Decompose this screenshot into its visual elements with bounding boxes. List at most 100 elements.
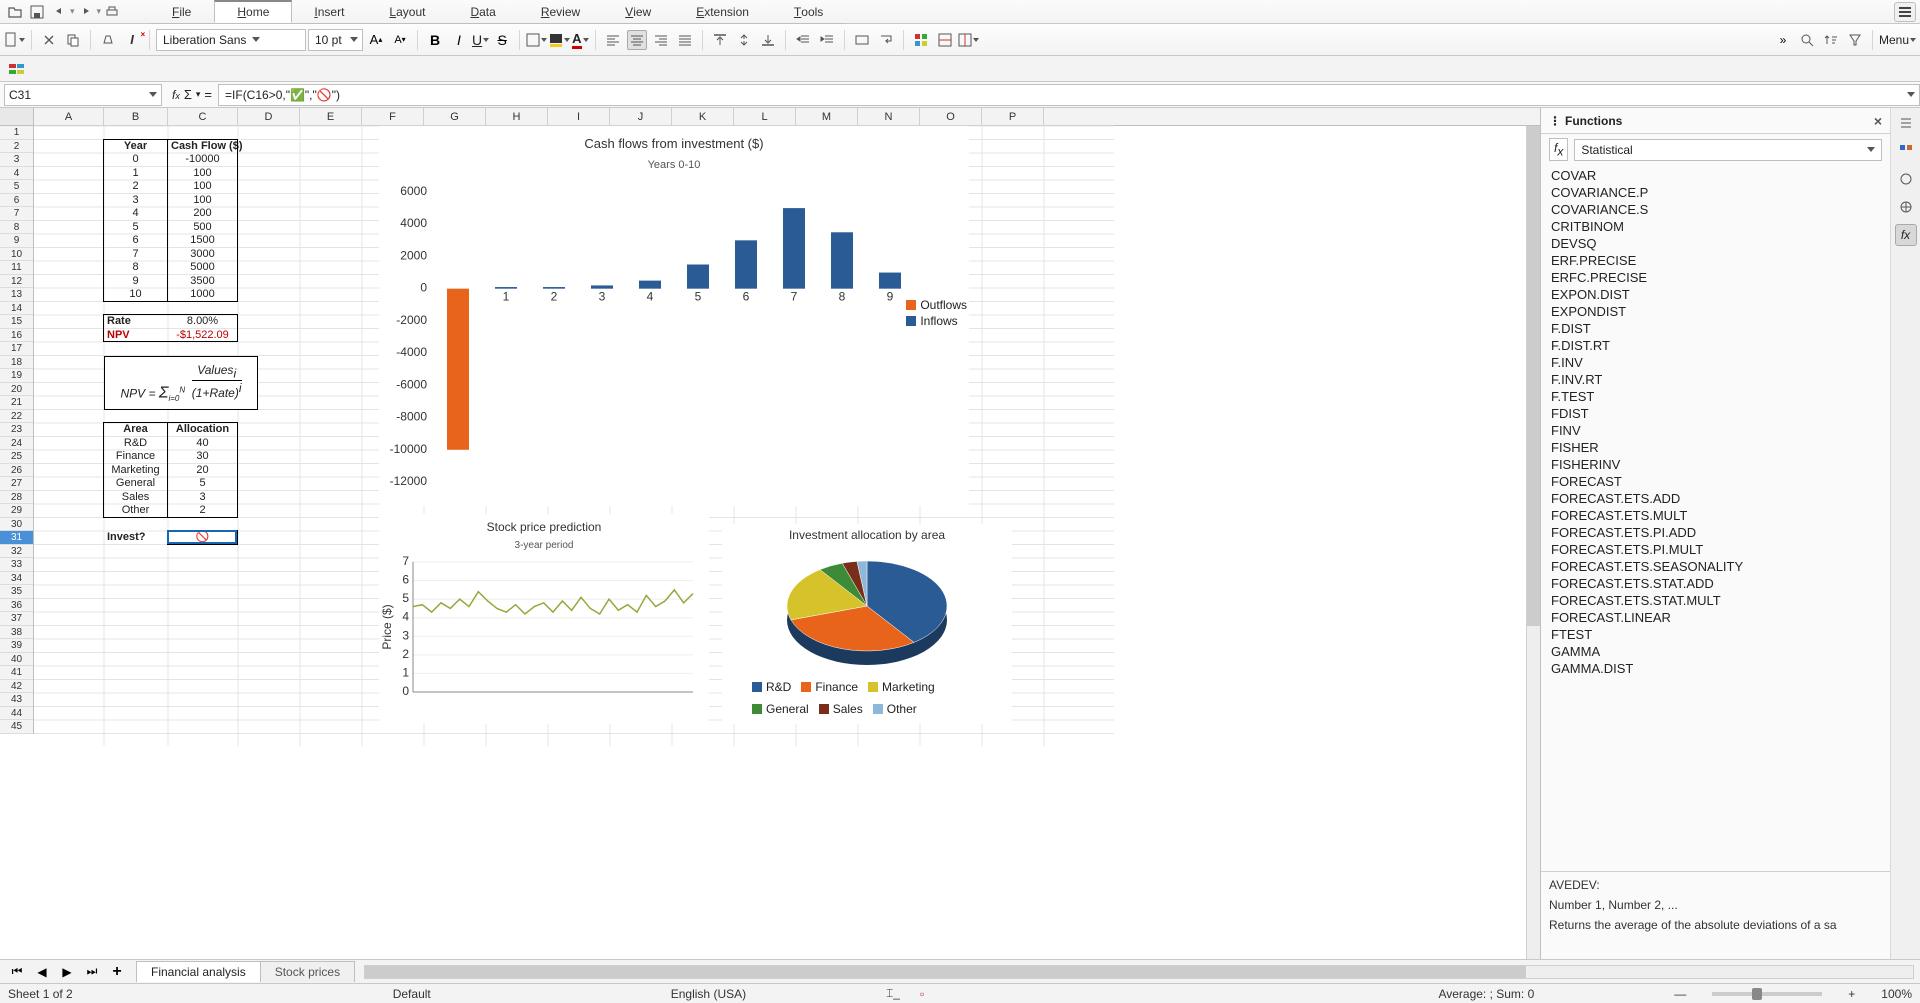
menu-tab-insert[interactable]: Insert [292,0,367,23]
align-left-icon[interactable] [603,30,623,50]
fn-item[interactable]: FORECAST.ETS.MULT [1549,507,1882,524]
name-box[interactable]: C31 [4,84,162,106]
cell[interactable]: 100 [168,167,237,180]
cell[interactable]: 9 [104,275,167,288]
col-header[interactable]: K [672,108,734,125]
row-header[interactable]: 42 [0,680,33,694]
row-header[interactable]: 16 [0,329,33,343]
clone-format-icon[interactable] [98,30,118,50]
underline-icon[interactable]: U [472,32,489,48]
side-gallery-icon[interactable] [1895,168,1917,190]
fn-item[interactable]: FINV [1549,422,1882,439]
row-header[interactable]: 44 [0,707,33,721]
row-header[interactable]: 21 [0,396,33,410]
cell[interactable]: -$1,522.09 [168,329,237,342]
cell[interactable]: NPV [104,329,167,342]
col-header[interactable]: F [362,108,424,125]
row-header[interactable]: 41 [0,666,33,680]
row-header[interactable]: 40 [0,653,33,667]
fill-color-icon[interactable] [549,33,570,47]
side-styles-icon[interactable] [1895,140,1917,162]
fn-item[interactable]: F.INV [1549,354,1882,371]
fn-category-combo[interactable]: Statistical [1574,139,1882,161]
cell[interactable]: 40 [168,437,237,450]
row-header[interactable]: 6 [0,194,33,208]
cut-icon[interactable] [39,30,59,50]
cell[interactable]: 10 [104,288,167,301]
toolbar-menu-icon[interactable] [1894,2,1916,22]
col-header[interactable]: J [610,108,672,125]
first-sheet-icon[interactable]: ⏮ [7,962,27,982]
col-header[interactable]: G [424,108,486,125]
close-icon[interactable]: × [1874,113,1882,129]
fn-item[interactable]: FISHER [1549,439,1882,456]
cell[interactable]: 0 [104,153,167,166]
fx-small-icon[interactable]: fx [1549,138,1568,161]
cell[interactable]: 2 [168,504,237,517]
fn-item[interactable]: FORECAST.ETS.PI.ADD [1549,524,1882,541]
row-header[interactable]: 31 [0,531,33,545]
row-header[interactable]: 7 [0,207,33,221]
cell[interactable]: -10000 [168,153,237,166]
menu-tab-data[interactable]: Data [448,0,518,23]
font-name-combo[interactable]: Liberation Sans [156,29,306,51]
col-header[interactable]: B [104,108,168,125]
open-icon[interactable] [5,2,25,22]
merge-icon[interactable] [852,30,872,50]
row-header[interactable]: 4 [0,167,33,181]
undo-icon[interactable] [49,2,69,22]
fn-item[interactable]: EXPONDIST [1549,303,1882,320]
cell[interactable]: 2 [104,180,167,193]
row-header[interactable]: 28 [0,491,33,505]
menu-button[interactable]: Menu [1879,33,1916,47]
fn-item[interactable]: FTEST [1549,626,1882,643]
row-header[interactable]: 24 [0,437,33,451]
fn-item[interactable]: ERFC.PRECISE [1549,269,1882,286]
spreadsheet-grid[interactable]: ABCDEFGHIJKLMNOP 12345678910111213141516… [0,108,1540,959]
menu-tab-layout[interactable]: Layout [367,0,448,23]
cell[interactable]: Rate [104,315,167,328]
cell[interactable]: 6 [104,234,167,247]
cell[interactable]: 200 [168,207,237,220]
row-header[interactable]: 19 [0,369,33,383]
row-header[interactable]: 38 [0,626,33,640]
insert-row-icon[interactable] [935,30,955,50]
cell[interactable]: Other [104,504,167,517]
cell[interactable]: 5000 [168,261,237,274]
cell[interactable]: 500 [168,221,237,234]
cell[interactable]: 20 [168,464,237,477]
row-header[interactable]: 36 [0,599,33,613]
row-header[interactable]: 11 [0,261,33,275]
cell[interactable]: Area [104,423,167,436]
cell[interactable]: Sales [104,491,167,504]
styles-icon[interactable] [7,59,27,79]
font-color-icon[interactable]: A [572,31,588,49]
cell[interactable]: Cash Flow ($) [168,140,237,153]
new-doc-icon[interactable] [4,32,25,48]
fn-item[interactable]: FORECAST.ETS.STAT.MULT [1549,592,1882,609]
fn-item[interactable]: FORECAST.ETS.STAT.ADD [1549,575,1882,592]
fn-item[interactable]: GAMMA.DIST [1549,660,1882,677]
sort-asc-icon[interactable] [1821,30,1841,50]
valign-bot-icon[interactable] [758,30,778,50]
fn-item[interactable]: F.DIST [1549,320,1882,337]
cell[interactable]: 3500 [168,275,237,288]
strike-icon[interactable]: S [492,30,512,50]
hscrollbar[interactable] [364,965,1914,979]
col-header[interactable]: N [858,108,920,125]
row-header[interactable]: 25 [0,450,33,464]
col-header[interactable]: P [982,108,1044,125]
col-header[interactable]: H [486,108,548,125]
fn-item[interactable]: FORECAST.LINEAR [1549,609,1882,626]
row-header[interactable]: 43 [0,693,33,707]
cell[interactable]: 3000 [168,248,237,261]
grow-font-icon[interactable]: A▴ [366,30,386,50]
chart-bar[interactable]: Cash flows from investment ($) Years 0-1… [379,126,969,506]
row-header[interactable]: 33 [0,558,33,572]
print-icon[interactable] [102,2,122,22]
row-header[interactable]: 32 [0,545,33,559]
cell[interactable]: 5 [104,221,167,234]
zoom-slider[interactable] [1712,992,1822,996]
fx-icon[interactable]: fx [172,88,180,102]
chart-line[interactable]: Stock price prediction 3-year period Pri… [379,514,709,724]
